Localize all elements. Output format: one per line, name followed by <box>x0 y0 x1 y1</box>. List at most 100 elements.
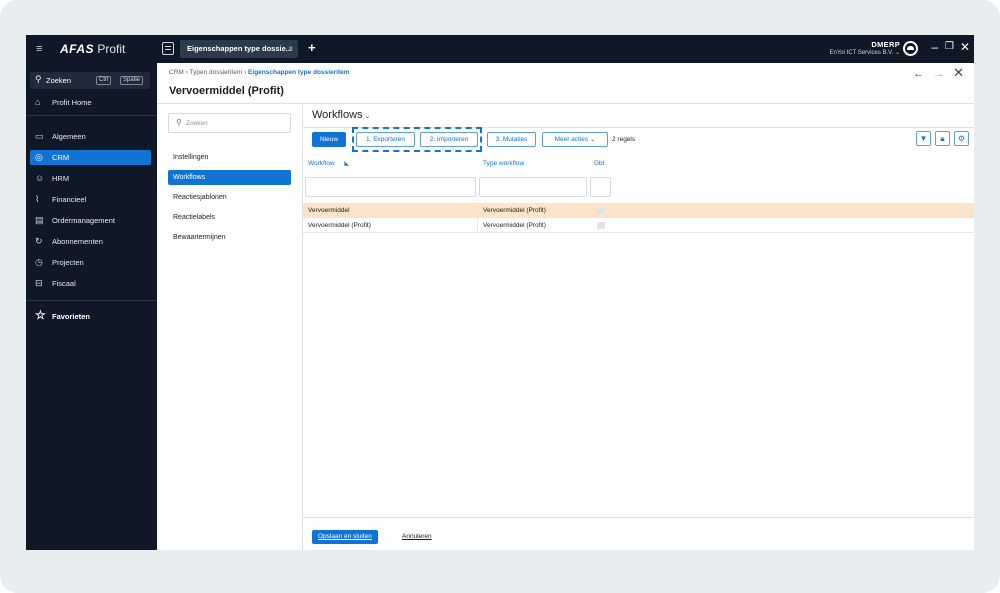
sidebar-item-label: HRM <box>52 174 70 183</box>
sidebar-item-label: CRM <box>52 153 70 162</box>
company-name: EnYoi ICT Services B.V. ⌄ <box>829 50 900 56</box>
workflows-title[interactable]: Workflows ⌄ <box>312 109 370 121</box>
table-row[interactable]: Vervoermiddel (Profit) Vervoermiddel (Pr… <box>303 218 974 233</box>
cell-type: Vervoermiddel (Profit) <box>483 222 546 229</box>
sidebar-item-label: Financieel <box>52 195 87 204</box>
table-row[interactable]: Vervoermiddel Vervoermiddel (Profit) <box>303 203 974 218</box>
sidebar-item-label: Ordermanagement <box>52 216 115 225</box>
cell-type: Vervoermiddel (Profit) <box>483 207 546 214</box>
star-icon: ☆ <box>35 308 46 322</box>
column-header-type-workflow[interactable]: Type workflow <box>483 160 524 167</box>
shortcut-space: Spatie <box>120 76 144 85</box>
tab-label: Eigenschappen type dossie... <box>187 44 293 53</box>
cell-workflow: Vervoermiddel (Profit) <box>308 222 371 229</box>
fiscal-icon: ⊟ <box>35 278 43 288</box>
mutations-button[interactable]: 3. Mutaties <box>487 132 536 147</box>
divider <box>26 300 157 301</box>
restore-button[interactable]: ❐ <box>945 41 954 52</box>
breadcrumb: CRM › Typen dossieritem › Eigenschappen … <box>169 69 350 76</box>
breadcrumb-crm[interactable]: CRM <box>169 69 184 76</box>
panel-item-workflows[interactable]: Workflows <box>168 170 291 185</box>
user-name: DMERP <box>871 40 900 49</box>
column-header-workflow[interactable]: Workflow ◣ <box>308 160 349 167</box>
chevron-down-icon: ⌄ <box>364 113 371 120</box>
avatar[interactable] <box>903 41 918 56</box>
add-tab-button[interactable]: + <box>308 40 316 55</box>
cart-icon: ▤ <box>35 215 44 225</box>
sidebar-search[interactable]: ⚲ Zoeken Ctrl Spatie <box>30 72 150 89</box>
panel-search-input[interactable]: ⚲ Zoeken <box>168 113 291 133</box>
breadcrumb-current: Eigenschappen type dossieritem <box>248 69 350 76</box>
sidebar-item-abonnementen[interactable]: ↻ Abonnementen <box>30 234 151 249</box>
stopwatch-icon: ◷ <box>35 257 43 267</box>
panel-item-instellingen[interactable]: Instellingen <box>168 150 291 165</box>
shortcut-ctrl: Ctrl <box>96 76 112 85</box>
search-icon: ⚲ <box>35 74 42 84</box>
forward-arrow-icon[interactable]: → <box>933 68 944 80</box>
breadcrumb-typen-dossieritem[interactable]: Typen dossieritem <box>190 69 243 76</box>
filter-type-input[interactable] <box>479 177 587 197</box>
panel-item-bewaartermijnen[interactable]: Bewaartermijnen <box>168 230 291 245</box>
sidebar-item-algemeen[interactable]: ▭ Algemeen <box>30 129 151 144</box>
user-menu[interactable]: DMERP EnYoi ICT Services B.V. ⌄ <box>829 41 900 57</box>
sidebar-item-label: Projecten <box>52 258 84 267</box>
screenshot-frame: ≡ AFAS Profit Eigenschappen type dossie.… <box>0 0 1000 593</box>
back-arrow-icon[interactable]: ← <box>913 68 924 80</box>
window-icon: ▭ <box>35 131 44 141</box>
bottom-bar: Opslaan en sluiten Annuleren <box>303 517 974 550</box>
sidebar-item-projecten[interactable]: ◷ Projecten <box>30 255 151 270</box>
sort-icon: ◣ <box>344 161 350 167</box>
gbl-checkbox[interactable] <box>597 207 605 214</box>
divider <box>26 115 157 116</box>
sidebar-item-hrm[interactable]: ☺ HRM <box>30 171 151 186</box>
search-icon: ⚲ <box>176 118 182 127</box>
tab-close-icon[interactable]: × <box>288 40 293 58</box>
app-window: ≡ AFAS Profit Eigenschappen type dossie.… <box>26 35 974 550</box>
workflows-content: Workflows ⌄ Nieuw 1. Exporteren 2. Import… <box>303 104 974 550</box>
settings-gear-icon[interactable]: ⚙ <box>954 131 969 146</box>
close-window-button[interactable]: ✕ <box>960 40 970 54</box>
column-divider <box>477 203 478 233</box>
sidebar-search-label: Zoeken <box>46 76 72 85</box>
sidebar-item-fiscaal[interactable]: ⊟ Fiscaal <box>30 276 151 291</box>
row-count: 2 regels <box>612 136 636 143</box>
new-button[interactable]: Nieuw <box>312 132 346 147</box>
sidebar-item-favorieten[interactable]: ☆ Favorieten <box>30 308 151 324</box>
chart-icon: ⌇ <box>35 194 40 204</box>
document-icon[interactable] <box>162 42 174 55</box>
crm-icon: ◎ <box>35 152 43 162</box>
more-actions-button[interactable]: Meer acties ⌄ <box>542 132 608 147</box>
refresh-icon: ↻ <box>35 236 43 246</box>
cancel-button[interactable]: Annuleren <box>402 530 432 544</box>
lock-icon[interactable]: 🔒︎ <box>935 131 950 146</box>
panel-search-placeholder: Zoeken <box>186 120 208 127</box>
top-bar: ≡ AFAS Profit Eigenschappen type dossie.… <box>26 35 974 63</box>
sidebar-item-label: Favorieten <box>52 312 90 321</box>
sidebar-item-ordermanagement[interactable]: ▤ Ordermanagement <box>30 213 151 228</box>
filter-workflow-input[interactable] <box>305 177 476 197</box>
sidebar-item-label: Fiscaal <box>52 279 76 288</box>
sidebar-item-label: Algemeen <box>52 132 86 141</box>
gbl-checkbox[interactable] <box>597 222 605 229</box>
sidebar: ⚲ Zoeken Ctrl Spatie ⌂ Profit Home ▭ Alg… <box>26 63 157 550</box>
column-header-gbl[interactable]: Gbl. <box>594 160 606 167</box>
filter-gbl-input[interactable] <box>590 177 611 197</box>
close-page-icon[interactable]: ✕ <box>953 65 964 80</box>
settings-panel: ⚲ Zoeken Instellingen Workflows Reacties… <box>157 104 303 550</box>
sidebar-item-label: Profit Home <box>52 98 92 107</box>
panel-item-reactielabels[interactable]: Reactielabels <box>168 210 291 225</box>
sidebar-item-crm[interactable]: ◎ CRM <box>30 150 151 165</box>
filter-icon[interactable]: ▼ <box>916 131 931 146</box>
nav-arrows: ← → ✕ <box>904 65 964 81</box>
page-title: Vervoermiddel (Profit) <box>169 85 284 97</box>
sidebar-item-profit-home[interactable]: ⌂ Profit Home <box>30 95 151 110</box>
tab-eigenschappen[interactable]: Eigenschappen type dossie... × <box>180 40 298 58</box>
sidebar-item-financieel[interactable]: ⌇ Financieel <box>30 192 151 207</box>
import-button[interactable]: 2. Importeren <box>420 132 478 147</box>
save-and-close-button[interactable]: Opslaan en sluiten <box>312 530 378 544</box>
panel-item-reactiesjablonen[interactable]: Reactiesjablonen <box>168 190 291 205</box>
export-button[interactable]: 1. Exporteren <box>356 132 415 147</box>
minimize-button[interactable]: – <box>931 40 938 54</box>
app-logo[interactable]: AFAS Profit <box>60 42 125 56</box>
menu-toggle-icon[interactable]: ≡ <box>36 43 42 55</box>
